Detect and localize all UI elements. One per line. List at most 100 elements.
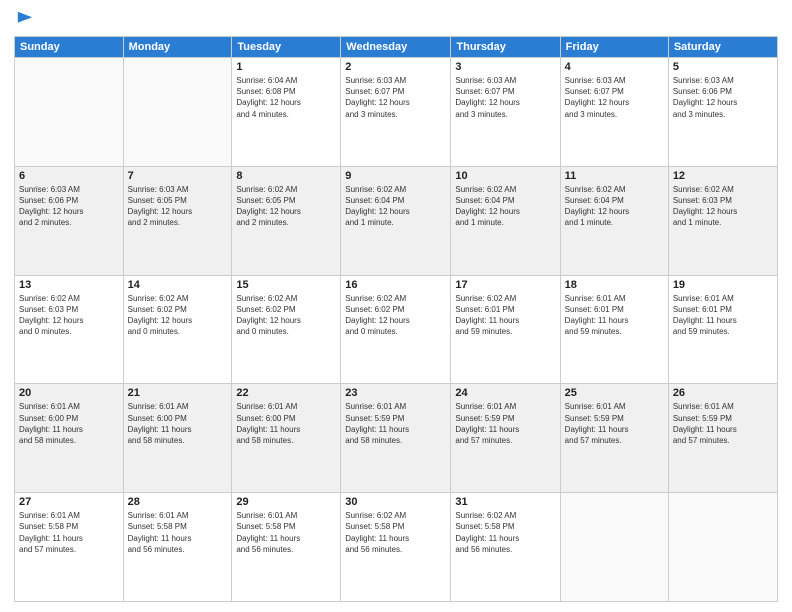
day-info: Sunrise: 6:02 AM Sunset: 6:03 PM Dayligh… xyxy=(673,184,773,229)
day-info: Sunrise: 6:02 AM Sunset: 6:01 PM Dayligh… xyxy=(455,293,555,338)
day-info: Sunrise: 6:02 AM Sunset: 6:02 PM Dayligh… xyxy=(128,293,228,338)
calendar-cell: 9 Sunrise: 6:02 AM Sunset: 6:04 PM Daylig… xyxy=(341,166,451,275)
calendar-cell: 22 Sunrise: 6:01 AM Sunset: 6:00 PM Dayli… xyxy=(232,384,341,493)
calendar-cell: 26 Sunrise: 6:01 AM Sunset: 5:59 PM Dayli… xyxy=(668,384,777,493)
day-info: Sunrise: 6:01 AM Sunset: 5:59 PM Dayligh… xyxy=(673,401,773,446)
day-info: Sunrise: 6:02 AM Sunset: 6:04 PM Dayligh… xyxy=(565,184,664,229)
calendar-cell: 4 Sunrise: 6:03 AM Sunset: 6:07 PM Daylig… xyxy=(560,58,668,167)
calendar-cell: 30Sunrise: 6:02 AM Sunset: 5:58 PM Dayli… xyxy=(341,493,451,602)
day-info: Sunrise: 6:01 AM Sunset: 6:00 PM Dayligh… xyxy=(236,401,336,446)
calendar-cell: 2 Sunrise: 6:03 AM Sunset: 6:07 PM Daylig… xyxy=(341,58,451,167)
weekday-header-tuesday: Tuesday xyxy=(232,37,341,58)
day-info: Sunrise: 6:02 AM Sunset: 5:58 PM Dayligh… xyxy=(345,510,446,555)
calendar-cell: 18Sunrise: 6:01 AM Sunset: 6:01 PM Dayli… xyxy=(560,275,668,384)
calendar-cell: 27 Sunrise: 6:01 AM Sunset: 5:58 PM Dayli… xyxy=(15,493,124,602)
day-number: 20 xyxy=(19,387,119,399)
calendar-cell: 15Sunrise: 6:02 AM Sunset: 6:02 PM Dayli… xyxy=(232,275,341,384)
day-info: Sunrise: 6:02 AM Sunset: 6:05 PM Dayligh… xyxy=(236,184,336,229)
day-info: Sunrise: 6:03 AM Sunset: 6:07 PM Dayligh… xyxy=(565,75,664,120)
day-info: Sunrise: 6:01 AM Sunset: 5:58 PM Dayligh… xyxy=(128,510,228,555)
calendar-cell: 28 Sunrise: 6:01 AM Sunset: 5:58 PM Dayli… xyxy=(123,493,232,602)
day-info: Sunrise: 6:03 AM Sunset: 6:07 PM Dayligh… xyxy=(455,75,555,120)
day-info: Sunrise: 6:01 AM Sunset: 5:58 PM Dayligh… xyxy=(236,510,336,555)
weekday-header-row: SundayMondayTuesdayWednesdayThursdayFrid… xyxy=(15,37,778,58)
day-number: 6 xyxy=(19,170,119,182)
calendar-week-row: 13Sunrise: 6:02 AM Sunset: 6:03 PM Dayli… xyxy=(15,275,778,384)
day-number: 2 xyxy=(345,61,446,73)
day-number: 13 xyxy=(19,279,119,291)
day-number: 29 xyxy=(236,496,336,508)
calendar-cell xyxy=(123,58,232,167)
day-number: 12 xyxy=(673,170,773,182)
calendar-table: SundayMondayTuesdayWednesdayThursdayFrid… xyxy=(14,36,778,602)
logo xyxy=(14,10,34,28)
calendar-cell: 1Sunrise: 6:04 AM Sunset: 6:08 PM Daylig… xyxy=(232,58,341,167)
day-number: 8 xyxy=(236,170,336,182)
calendar-cell: 24 Sunrise: 6:01 AM Sunset: 5:59 PM Dayli… xyxy=(451,384,560,493)
calendar-cell: 17 Sunrise: 6:02 AM Sunset: 6:01 PM Dayli… xyxy=(451,275,560,384)
day-info: Sunrise: 6:01 AM Sunset: 5:58 PM Dayligh… xyxy=(19,510,119,555)
day-number: 23 xyxy=(345,387,446,399)
page: SundayMondayTuesdayWednesdayThursdayFrid… xyxy=(0,0,792,612)
weekday-header-thursday: Thursday xyxy=(451,37,560,58)
calendar-cell: 25Sunrise: 6:01 AM Sunset: 5:59 PM Dayli… xyxy=(560,384,668,493)
day-info: Sunrise: 6:01 AM Sunset: 6:00 PM Dayligh… xyxy=(128,401,228,446)
calendar-cell: 19 Sunrise: 6:01 AM Sunset: 6:01 PM Dayli… xyxy=(668,275,777,384)
day-number: 24 xyxy=(455,387,555,399)
day-number: 4 xyxy=(565,61,664,73)
day-number: 15 xyxy=(236,279,336,291)
day-number: 11 xyxy=(565,170,664,182)
calendar-cell: 31 Sunrise: 6:02 AM Sunset: 5:58 PM Dayli… xyxy=(451,493,560,602)
weekday-header-monday: Monday xyxy=(123,37,232,58)
calendar-cell: 20 Sunrise: 6:01 AM Sunset: 6:00 PM Dayli… xyxy=(15,384,124,493)
day-info: Sunrise: 6:03 AM Sunset: 6:05 PM Dayligh… xyxy=(128,184,228,229)
day-number: 17 xyxy=(455,279,555,291)
day-info: Sunrise: 6:02 AM Sunset: 6:02 PM Dayligh… xyxy=(345,293,446,338)
day-number: 7 xyxy=(128,170,228,182)
weekday-header-saturday: Saturday xyxy=(668,37,777,58)
day-number: 14 xyxy=(128,279,228,291)
calendar-cell: 23 Sunrise: 6:01 AM Sunset: 5:59 PM Dayli… xyxy=(341,384,451,493)
calendar-cell: 5Sunrise: 6:03 AM Sunset: 6:06 PM Daylig… xyxy=(668,58,777,167)
day-number: 26 xyxy=(673,387,773,399)
calendar-cell: 6Sunrise: 6:03 AM Sunset: 6:06 PM Daylig… xyxy=(15,166,124,275)
day-info: Sunrise: 6:01 AM Sunset: 6:00 PM Dayligh… xyxy=(19,401,119,446)
weekday-header-friday: Friday xyxy=(560,37,668,58)
day-number: 18 xyxy=(565,279,664,291)
day-info: Sunrise: 6:02 AM Sunset: 6:04 PM Dayligh… xyxy=(345,184,446,229)
day-number: 22 xyxy=(236,387,336,399)
day-info: Sunrise: 6:04 AM Sunset: 6:08 PM Dayligh… xyxy=(236,75,336,120)
calendar-cell: 13Sunrise: 6:02 AM Sunset: 6:03 PM Dayli… xyxy=(15,275,124,384)
calendar-cell: 12 Sunrise: 6:02 AM Sunset: 6:03 PM Dayli… xyxy=(668,166,777,275)
day-number: 19 xyxy=(673,279,773,291)
day-info: Sunrise: 6:03 AM Sunset: 6:07 PM Dayligh… xyxy=(345,75,446,120)
day-number: 27 xyxy=(19,496,119,508)
day-number: 21 xyxy=(128,387,228,399)
weekday-header-wednesday: Wednesday xyxy=(341,37,451,58)
calendar-cell: 10 Sunrise: 6:02 AM Sunset: 6:04 PM Dayli… xyxy=(451,166,560,275)
day-number: 3 xyxy=(455,61,555,73)
calendar-week-row: 6Sunrise: 6:03 AM Sunset: 6:06 PM Daylig… xyxy=(15,166,778,275)
day-info: Sunrise: 6:01 AM Sunset: 5:59 PM Dayligh… xyxy=(345,401,446,446)
day-number: 28 xyxy=(128,496,228,508)
logo-flag-icon xyxy=(16,10,34,28)
day-info: Sunrise: 6:01 AM Sunset: 6:01 PM Dayligh… xyxy=(673,293,773,338)
calendar-cell xyxy=(15,58,124,167)
calendar-cell: 8 Sunrise: 6:02 AM Sunset: 6:05 PM Daylig… xyxy=(232,166,341,275)
weekday-header-sunday: Sunday xyxy=(15,37,124,58)
day-number: 9 xyxy=(345,170,446,182)
day-number: 10 xyxy=(455,170,555,182)
calendar-week-row: 20 Sunrise: 6:01 AM Sunset: 6:00 PM Dayli… xyxy=(15,384,778,493)
day-info: Sunrise: 6:02 AM Sunset: 5:58 PM Dayligh… xyxy=(455,510,555,555)
calendar-week-row: 1Sunrise: 6:04 AM Sunset: 6:08 PM Daylig… xyxy=(15,58,778,167)
day-info: Sunrise: 6:01 AM Sunset: 5:59 PM Dayligh… xyxy=(455,401,555,446)
day-number: 16 xyxy=(345,279,446,291)
day-number: 31 xyxy=(455,496,555,508)
calendar-cell: 21 Sunrise: 6:01 AM Sunset: 6:00 PM Dayli… xyxy=(123,384,232,493)
calendar-cell: 29 Sunrise: 6:01 AM Sunset: 5:58 PM Dayli… xyxy=(232,493,341,602)
calendar-cell: 11 Sunrise: 6:02 AM Sunset: 6:04 PM Dayli… xyxy=(560,166,668,275)
calendar-cell xyxy=(560,493,668,602)
day-info: Sunrise: 6:01 AM Sunset: 5:59 PM Dayligh… xyxy=(565,401,664,446)
day-info: Sunrise: 6:02 AM Sunset: 6:04 PM Dayligh… xyxy=(455,184,555,229)
day-number: 5 xyxy=(673,61,773,73)
